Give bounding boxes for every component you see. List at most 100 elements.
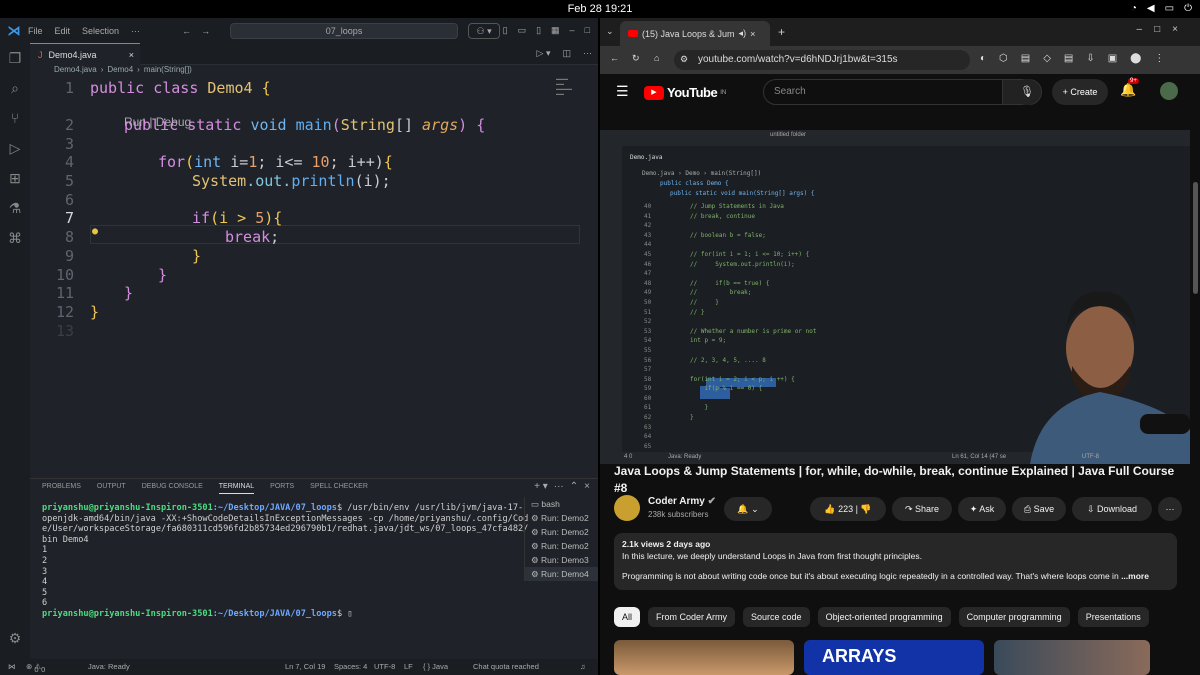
toggle-sidebar-icon[interactable]: ▯ <box>503 25 508 36</box>
copilot-icon[interactable]: ⚇ ▾ <box>468 22 501 39</box>
thumbnail[interactable]: ARRAYS <box>804 640 984 675</box>
source-control-icon[interactable]: ⑂ <box>0 103 30 133</box>
menu-edit[interactable]: Edit <box>55 26 71 36</box>
window-controls[interactable]: –□× <box>1137 24 1190 35</box>
search-icon[interactable]: ⌕ <box>0 73 30 103</box>
back-icon[interactable]: ← <box>610 53 619 63</box>
video-player[interactable]: Demo.java Demo.java › Demo › main(String… <box>600 130 1190 464</box>
chip[interactable]: Source code <box>743 607 810 627</box>
layout-controls[interactable]: ▯ ▭ ▯ ▦ – □ <box>503 25 590 36</box>
site-info-icon[interactable]: ⚙ <box>680 54 688 65</box>
terminal-item[interactable]: ⚙ Run: Demo2 <box>525 525 598 539</box>
browser-tab[interactable]: (15) Java Loops & Jum ◂) × <box>620 21 770 46</box>
indentation[interactable]: Spaces: 4 <box>334 662 367 671</box>
tab-terminal[interactable]: TERMINAL <box>218 483 255 494</box>
close-icon[interactable]: × <box>129 50 134 60</box>
nav-arrows-icon[interactable]: ←→ <box>182 26 220 36</box>
new-terminal-icon[interactable]: + ▾ <box>534 481 548 492</box>
create-button[interactable]: + Create <box>1052 79 1108 105</box>
subscribed-bell-button[interactable]: 🔔 ⌄ <box>724 497 772 521</box>
battery-icon[interactable]: ▭ <box>1165 3 1174 14</box>
channel-name[interactable]: Coder Army ✔ <box>648 496 716 507</box>
share-button[interactable]: ↷ Share <box>892 497 952 521</box>
chip[interactable]: Computer programming <box>958 607 1070 627</box>
chip[interactable]: Presentations <box>1077 607 1149 627</box>
run-debug-icon[interactable]: ▷ <box>0 133 30 163</box>
page-scrollbar[interactable] <box>1192 114 1200 675</box>
command-center-search[interactable]: 07_loops <box>230 22 459 39</box>
channel-avatar[interactable] <box>614 495 640 521</box>
python-icon[interactable]: ⌘ <box>0 223 30 253</box>
clock[interactable]: Feb 28 19:21 <box>0 3 1200 15</box>
testing-icon[interactable]: ⚗ <box>0 193 30 223</box>
tab-debug-console[interactable]: DEBUG CONSOLE <box>142 483 203 494</box>
reload-icon[interactable]: ↻ <box>632 53 640 64</box>
terminal-output[interactable]: priyanshu@priyanshu-Inspiron-3501:~/Desk… <box>42 503 528 620</box>
run-icon[interactable]: ▷ ▾ <box>537 48 551 59</box>
toggle-panel-icon[interactable]: ▭ <box>518 25 527 36</box>
home-icon[interactable]: ⌂ <box>654 53 659 63</box>
notifications-icon[interactable]: 🔔 9+ <box>1120 78 1139 98</box>
cursor-position[interactable]: Ln 7, Col 19 <box>285 662 325 671</box>
more-actions-icon[interactable]: ··· <box>583 48 592 59</box>
search-input[interactable]: Search <box>763 79 1003 105</box>
problems-status[interactable]: ⊗ 0 ⚠ 0 <box>26 662 45 674</box>
eol[interactable]: LF <box>404 662 413 671</box>
maximize-panel-icon[interactable]: ⌃ <box>570 481 578 492</box>
split-editor-icon[interactable]: ◫ <box>562 48 571 59</box>
breadcrumb-method[interactable]: main(String[]) <box>144 65 192 79</box>
menu-file[interactable]: File <box>28 26 43 36</box>
menu-selection[interactable]: Selection <box>82 26 119 36</box>
chip[interactable]: Object-oriented programming <box>817 607 951 627</box>
terminal-item[interactable]: ▭ bash <box>525 497 598 511</box>
java-status[interactable]: Java: Ready <box>88 662 130 671</box>
toggle-secondary-icon[interactable]: ▯ <box>536 25 541 36</box>
settings-gear-icon[interactable]: ⚙ <box>0 623 30 653</box>
terminal-item[interactable]: ⚙ Run: Demo3 <box>525 553 598 567</box>
wifi-icon[interactable]: ◔ <box>1131 3 1137 14</box>
tab-problems[interactable]: PROBLEMS <box>42 483 81 494</box>
terminal-item[interactable]: ⚙ Run: Demo4 <box>525 567 598 581</box>
remote-icon[interactable]: ⋈ <box>8 662 16 671</box>
url-bar[interactable]: youtube.com/watch?v=d6hNDJrj1bw&t=315s <box>674 50 970 70</box>
new-tab-icon[interactable]: + <box>778 25 785 39</box>
layout-icon[interactable]: ▦ <box>551 25 560 36</box>
tab-output[interactable]: OUTPUT <box>97 483 126 494</box>
more-icon[interactable]: ··· <box>554 481 564 492</box>
tab-search-icon[interactable]: ⌄ <box>606 26 614 37</box>
system-tray[interactable]: ◔ ◀ ▭ ⏻ <box>1131 3 1192 14</box>
encoding[interactable]: UTF-8 <box>374 662 395 671</box>
close-tab-icon[interactable]: × <box>750 29 755 39</box>
terminal-item[interactable]: ⚙ Run: Demo2 <box>525 511 598 525</box>
description-box[interactable]: 2.1k views 2 days ago In this lecture, w… <box>614 533 1177 590</box>
more-link[interactable]: ...more <box>1121 571 1149 581</box>
avatar[interactable] <box>1160 82 1178 100</box>
copilot-status[interactable]: Chat quota reached <box>473 662 539 671</box>
code-editor[interactable]: ● 1 public class Demo4 { Run | Debug 2 p… <box>30 79 590 340</box>
minimize-icon[interactable]: – <box>570 25 575 36</box>
explorer-icon[interactable]: ❐ <box>0 43 30 73</box>
maximize-icon[interactable]: □ <box>585 25 590 36</box>
thumbnail[interactable] <box>614 640 794 675</box>
chip-all[interactable]: All <box>614 607 641 627</box>
bell-icon[interactable]: ♫ <box>580 662 586 671</box>
tab-spell-checker[interactable]: SPELL CHECKER <box>310 483 368 494</box>
language-mode[interactable]: { } Java <box>423 662 448 671</box>
more-actions-button[interactable]: ⋯ <box>1158 497 1182 521</box>
tab-demo4-java[interactable]: J Demo4.java × <box>30 43 140 65</box>
save-button[interactable]: ⎙ Save <box>1012 497 1066 521</box>
ask-button[interactable]: ✦ Ask <box>958 497 1006 521</box>
tab-ports[interactable]: PORTS <box>270 483 294 494</box>
volume-icon[interactable]: ◀ <box>1147 3 1155 14</box>
like-button[interactable]: 👍 223 | 👎 <box>810 497 886 521</box>
terminal-item[interactable]: ⚙ Run: Demo2 <box>525 539 598 553</box>
audio-icon[interactable]: ◂) <box>739 28 747 39</box>
chip[interactable]: From Coder Army <box>648 607 736 627</box>
close-panel-icon[interactable]: × <box>584 481 590 492</box>
thumbnail[interactable] <box>994 640 1150 675</box>
breadcrumb-class[interactable]: Demo4 <box>107 65 133 79</box>
power-icon[interactable]: ⏻ <box>1184 3 1192 14</box>
hamburger-menu-icon[interactable]: ☰ <box>616 83 629 100</box>
toolbar-icons[interactable]: ◐⬡▤◇▤⇩▣⬤⋮ <box>980 53 1177 64</box>
breadcrumb-file[interactable]: Demo4.java <box>54 65 97 79</box>
